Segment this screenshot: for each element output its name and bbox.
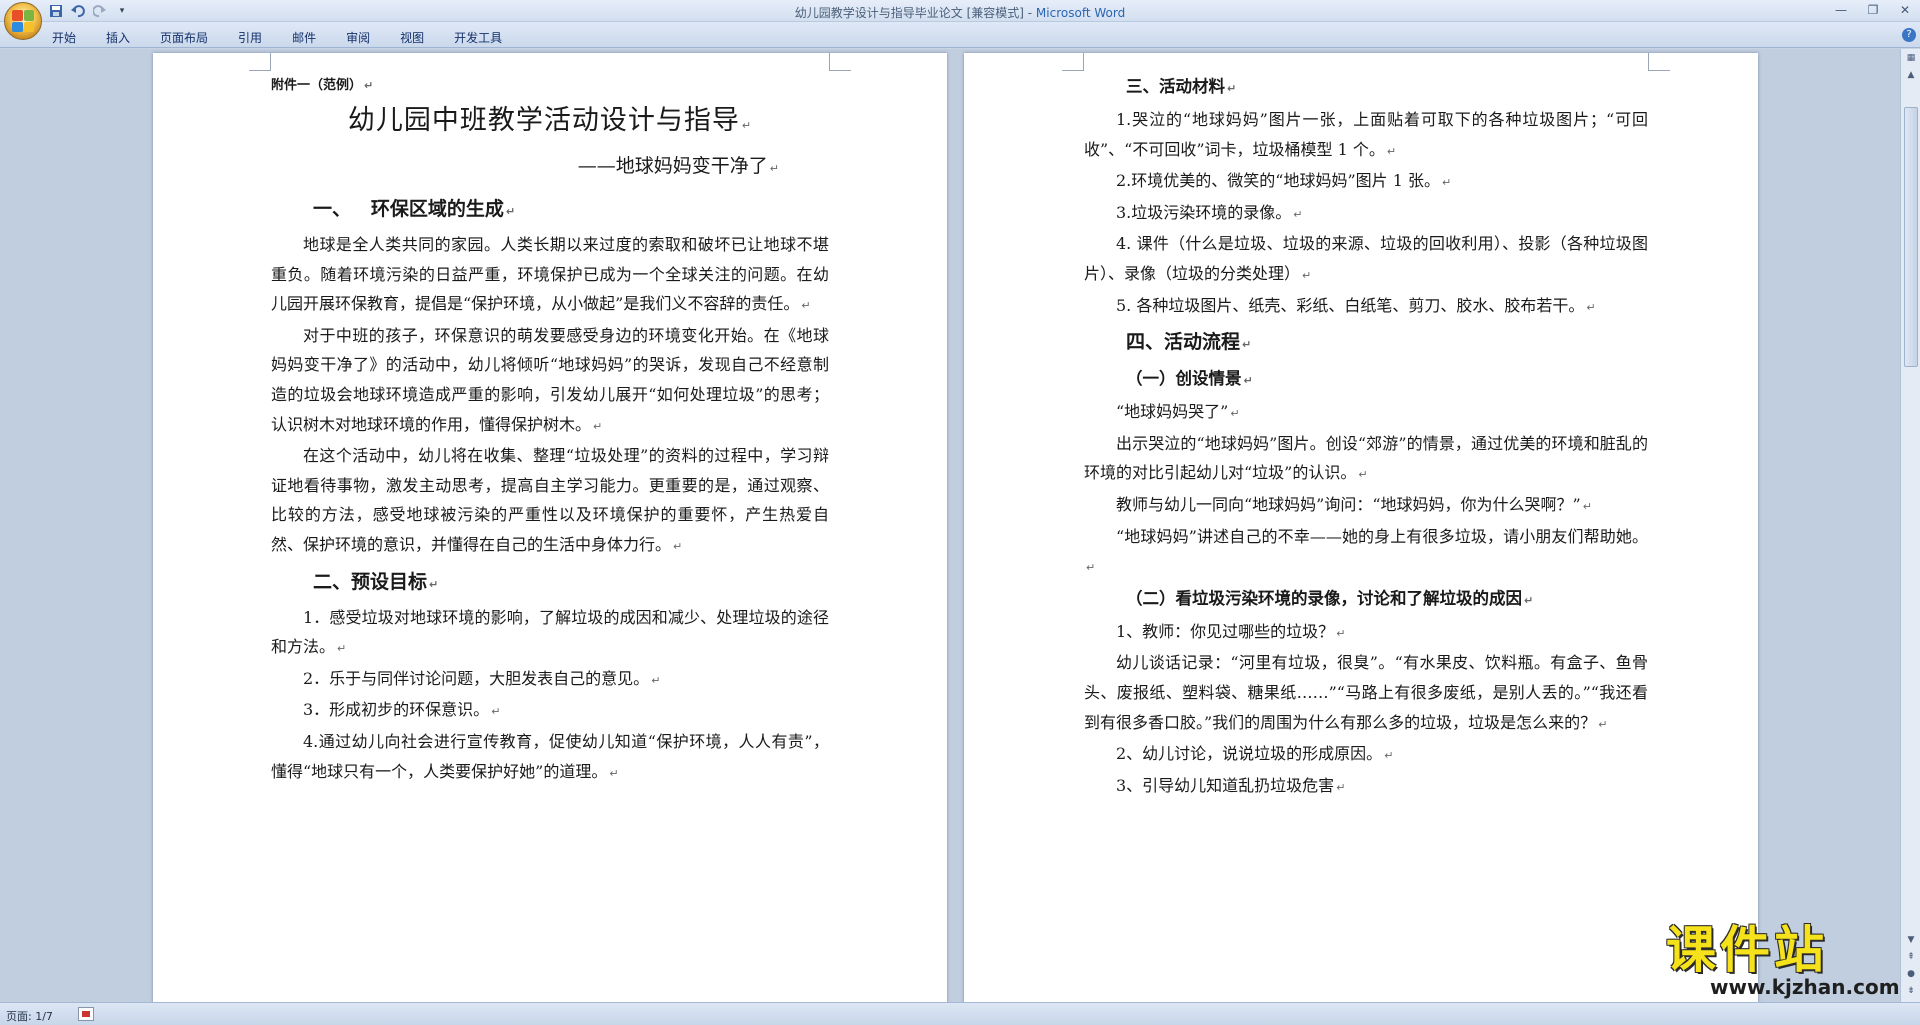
- document-area[interactable]: 附件一（范例） ↵ 幼儿园中班教学活动设计与指导 ↵ ——地球妈妈变干净了 ↵ 一、 …: [0, 49, 1900, 1002]
- status-bar: 页面: 1/7: [0, 1002, 1920, 1025]
- list-item: 2．乐于与同伴讨论问题，大胆发表自己的意见。 ↵: [303, 668, 661, 688]
- app-name: Microsoft Word: [1035, 6, 1126, 20]
- section-heading: 四、活动流程 ↵: [1126, 331, 1252, 354]
- doc-subtitle: ——地球妈妈变干净了 ↵: [577, 155, 779, 177]
- paragraph: 出示哭泣的“地球妈妈”图片。创设“郊游”的情景，通过优美的环境和脏乱的环境的对比…: [1084, 433, 1648, 483]
- page-2-content: 三、活动材料 ↵ 1.哭泣的“地球妈妈”图片一张，上面贴着可取下的各种垃圾图片；“…: [1084, 71, 1648, 802]
- tab-view[interactable]: 视图: [400, 29, 424, 46]
- tab-page-layout[interactable]: 页面布局: [160, 29, 208, 46]
- next-page-icon[interactable]: ⇟: [1902, 983, 1920, 999]
- crop-mark: [249, 53, 271, 71]
- previous-page-icon[interactable]: ⇞: [1902, 949, 1920, 965]
- list-item: 3．形成初步的环保意识。 ↵: [303, 700, 501, 720]
- tab-developer[interactable]: 开发工具: [454, 29, 502, 46]
- paragraph: 1、教师：你见过哪些的垃圾？ ↵: [1116, 621, 1346, 641]
- subsection-heading: （一）创设情景 ↵: [1126, 369, 1253, 389]
- subsection-heading: （二）看垃圾污染环境的录像，讨论和了解垃圾的成因 ↵: [1126, 588, 1534, 608]
- annex-label: 附件一（范例） ↵: [271, 78, 374, 93]
- paragraph: 对于中班的孩子，环保意识的萌发要感受身边的环境变化开始。在《地球妈妈变干净了》的…: [271, 325, 829, 434]
- page-counter[interactable]: 页面: 1/7: [6, 1008, 53, 1024]
- tab-references[interactable]: 引用: [238, 29, 262, 46]
- window-controls: — ❐ ✕: [1830, 2, 1916, 18]
- section-heading: 一、 环保区域的生成 ↵: [313, 198, 516, 220]
- proofing-icon[interactable]: [78, 1007, 94, 1021]
- scroll-down-icon[interactable]: ▼: [1902, 932, 1920, 948]
- ribbon: 开始 插入 页面布局 引用 邮件 审阅 视图 开发工具 ?: [0, 22, 1920, 48]
- scrollbar-thumb[interactable]: [1904, 107, 1918, 367]
- ribbon-tabs: 开始 插入 页面布局 引用 邮件 审阅 视图 开发工具: [52, 29, 532, 46]
- paragraph: “地球妈妈哭了” ↵: [1116, 402, 1240, 422]
- close-icon[interactable]: ✕: [1894, 2, 1916, 18]
- crop-mark: [1062, 53, 1084, 71]
- maximize-icon[interactable]: ❐: [1862, 2, 1884, 18]
- crop-mark: [1648, 53, 1670, 71]
- tab-insert[interactable]: 插入: [106, 29, 130, 46]
- list-item: 4.通过幼儿向社会进行宣传教育，促使幼儿知道“保护环境，人人有责”，懂得“地球只…: [271, 731, 829, 781]
- office-button[interactable]: [4, 2, 42, 40]
- section-heading: 二、预设目标 ↵: [313, 570, 439, 593]
- watermark-text: 课件站: [1666, 921, 1828, 979]
- vertical-scrollbar[interactable]: ▦ ▲ ▼ ⇞ ● ⇟: [1900, 49, 1920, 1002]
- list-item: 1.哭泣的“地球妈妈”图片一张，上面贴着可取下的各种垃圾图片；“可回收”、“不可…: [1084, 110, 1648, 159]
- help-icon[interactable]: ?: [1902, 28, 1916, 42]
- window-title: 幼儿园教学设计与指导毕业论文 [兼容模式] - Microsoft Word: [0, 4, 1920, 21]
- title-bar: ▾ 幼儿园教学设计与指导毕业论文 [兼容模式] - Microsoft Word…: [0, 0, 1920, 40]
- doc-title: 幼儿园中班教学活动设计与指导 ↵: [347, 105, 753, 136]
- paragraph: 2、幼儿讨论，说说垃圾的形成原因。 ↵: [1116, 744, 1394, 764]
- tab-mailings[interactable]: 邮件: [292, 29, 316, 46]
- ruler-toggle-icon[interactable]: ▦: [1902, 50, 1920, 66]
- tab-review[interactable]: 审阅: [346, 29, 370, 46]
- minimize-icon[interactable]: —: [1830, 2, 1852, 18]
- paragraph: “地球妈妈”讲述自己的不幸——她的身上有很多垃圾，请小朋友们帮助她。↵: [1086, 526, 1648, 575]
- office-logo-icon: [12, 10, 34, 32]
- document-title: 幼儿园教学设计与指导毕业论文 [兼容模式] -: [794, 6, 1036, 20]
- list-item: 2.环境优美的、微笑的“地球妈妈”图片 1 张。 ↵: [1116, 171, 1452, 191]
- section-heading: 三、活动材料 ↵: [1126, 77, 1237, 96]
- list-item: 3.垃圾污染环境的录像。 ↵: [1116, 202, 1303, 222]
- list-item: 4. 课件（什么是垃圾、垃圾的来源、垃圾的回收利用）、投影（各种垃圾图片）、录像…: [1084, 234, 1648, 283]
- watermark-url: www.kjzhan.com: [1710, 975, 1900, 999]
- page-2[interactable]: 三、活动材料 ↵ 1.哭泣的“地球妈妈”图片一张，上面贴着可取下的各种垃圾图片；“…: [964, 53, 1758, 1002]
- watermark-logo: 课件站 www.kjzhan.com: [1666, 924, 1904, 998]
- browse-object-icon[interactable]: ●: [1902, 966, 1920, 982]
- page-1[interactable]: 附件一（范例） ↵ 幼儿园中班教学活动设计与指导 ↵ ——地球妈妈变干净了 ↵ 一、 …: [153, 53, 947, 1002]
- tab-home[interactable]: 开始: [52, 29, 76, 46]
- list-item: 5. 各种垃圾图片、纸壳、彩纸、白纸笔、剪刀、胶水、胶布若干。 ↵: [1116, 295, 1596, 315]
- paragraph: 幼儿谈话记录：“河里有垃圾，很臭”。“有水果皮、饮料瓶。有盒子、鱼骨头、废报纸、…: [1084, 653, 1648, 732]
- paragraph: 在这个活动中，幼儿将在收集、整理“垃圾处理”的资料的过程中，学习辩证地看待事物，…: [271, 446, 829, 554]
- paragraph: 教师与幼儿一同向“地球妈妈”询问：“地球妈妈，你为什么哭啊？” ↵: [1116, 494, 1592, 514]
- paragraph: 3、引导幼儿知道乱扔垃圾危害 ↵: [1116, 775, 1346, 795]
- scroll-up-icon[interactable]: ▲: [1902, 67, 1920, 83]
- crop-mark: [829, 53, 851, 71]
- list-item: 1．感受垃圾对地球环境的影响，了解垃圾的成因和减少、处理垃圾的途径和方法。 ↵: [271, 607, 829, 657]
- paragraph: 地球是全人类共同的家园。人类长期以来过度的索取和破坏已让地球不堪重负。随着环境污…: [271, 235, 829, 314]
- page-1-content: 附件一（范例） ↵ 幼儿园中班教学活动设计与指导 ↵ ——地球妈妈变干净了 ↵ 一、 …: [271, 71, 829, 788]
